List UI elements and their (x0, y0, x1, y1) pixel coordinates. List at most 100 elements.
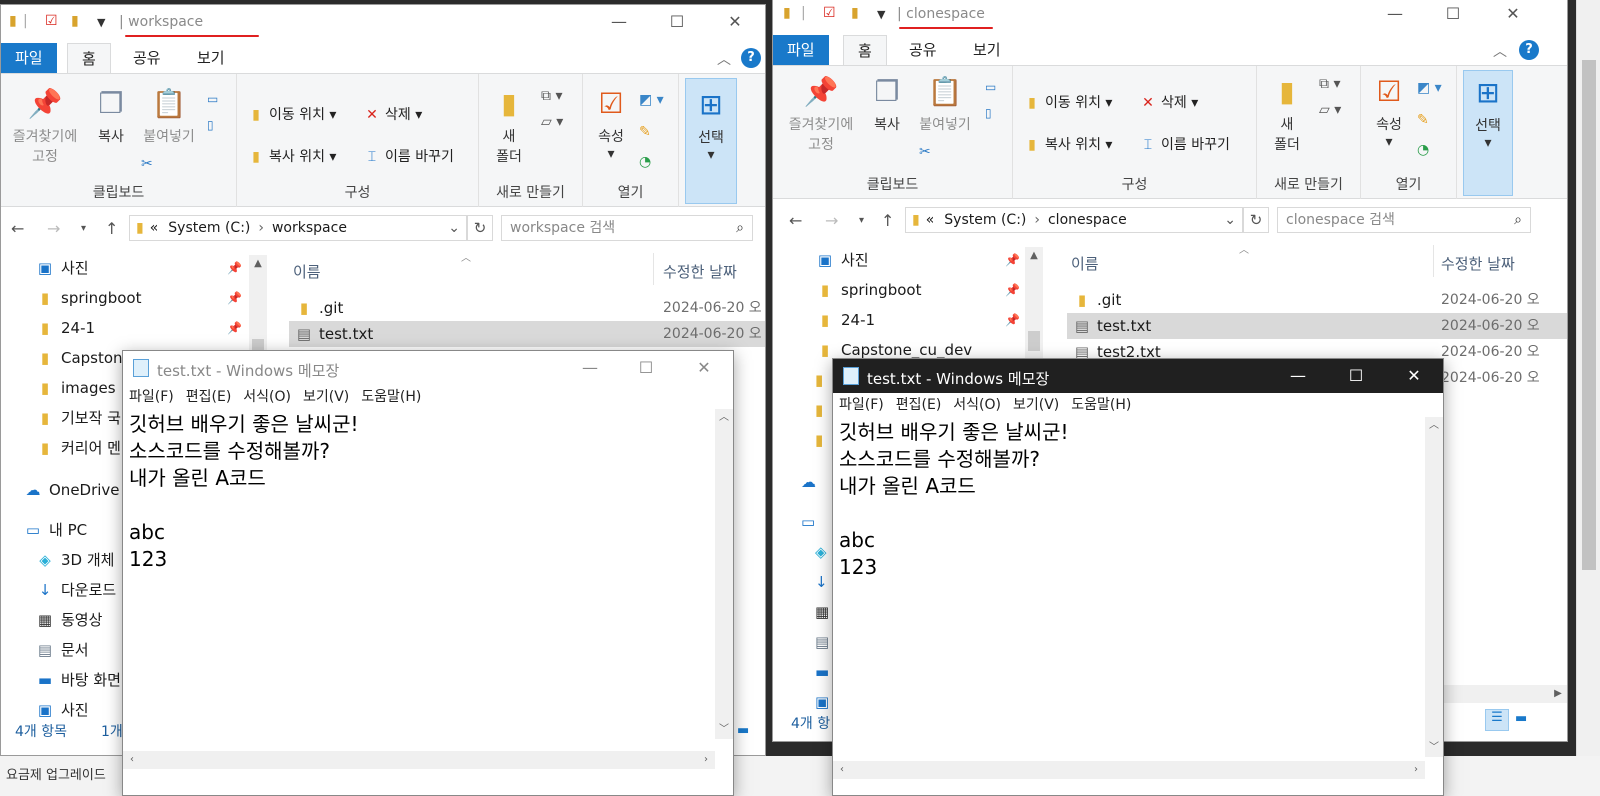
maximize-button[interactable]: ☐ (623, 355, 669, 381)
refresh-icon[interactable]: ↻ (1243, 207, 1269, 233)
tab-file[interactable]: 파일 (773, 35, 829, 65)
vertical-scrollbar[interactable]: ︿ ﹀ (715, 409, 733, 739)
forward-arrow-icon[interactable]: → (47, 219, 60, 238)
address-input[interactable]: ▮ «System (C:) › workspace ⌄ (129, 215, 467, 241)
copy-path-icon[interactable]: ▭ (207, 92, 218, 106)
up-arrow-icon[interactable]: ↑ (881, 211, 894, 230)
nav-item-folder-7[interactable]: ▮ 커리어 멘 (35, 433, 121, 463)
tab-file[interactable]: 파일 (1, 43, 57, 73)
nav-item-images[interactable]: ▮ images (35, 373, 116, 403)
horizontal-scrollbar[interactable]: ‹ › (123, 751, 715, 769)
properties-button[interactable]: ☑ 속성 ▾ (1367, 74, 1411, 150)
scroll-down-icon[interactable]: ﹀ (715, 721, 733, 739)
column-header-name[interactable]: 이름 (293, 261, 321, 282)
close-button[interactable]: ✕ (1391, 363, 1437, 389)
close-button[interactable]: ✕ (681, 355, 727, 381)
details-view-icon[interactable]: ▬ (737, 723, 749, 738)
edit-icon[interactable]: ✎ (1417, 112, 1429, 128)
nav-item-folder-6[interactable]: ▮ 기보작 국 (35, 403, 121, 433)
new-folder-button[interactable]: ▮ 새 폴더 (485, 86, 533, 166)
paste-button[interactable]: 📋 붙여넣기 (913, 74, 977, 134)
maximize-button[interactable]: ☐ (1333, 363, 1379, 389)
tab-home[interactable]: 홈 (843, 35, 887, 65)
scroll-left-icon[interactable]: ‹ (833, 761, 851, 779)
scrollbar-thumb[interactable] (1582, 60, 1596, 570)
rename-button[interactable]: ⌶ 이름 바꾸기 (1139, 134, 1230, 154)
easy-access-icon[interactable]: ▱ ▾ (1319, 102, 1341, 118)
nav-item-springboot[interactable]: ▮ springboot (35, 283, 142, 313)
scroll-right-icon[interactable]: › (697, 751, 715, 769)
nav-item-24-1[interactable]: ▮ 24-1 (35, 313, 95, 343)
nav-item-capstone[interactable]: ▮ Capstone (35, 343, 132, 373)
menu-help[interactable]: 도움말(H) (361, 389, 421, 405)
nav-item-photos[interactable]: ▣ 사진 (35, 253, 89, 283)
menu-view[interactable]: 보기(V) (1013, 397, 1059, 413)
background-scrollbar[interactable] (1576, 0, 1600, 796)
help-icon[interactable]: ? (741, 48, 761, 68)
help-icon[interactable]: ? (1519, 40, 1539, 60)
properties-quick-icon[interactable]: ☑ (823, 5, 836, 21)
scroll-up-icon[interactable]: ︿ (1425, 417, 1443, 435)
nav-item-downloads[interactable]: ↓ 다운로드 (35, 575, 117, 605)
up-arrow-icon[interactable]: ↑ (105, 219, 118, 238)
history-icon[interactable]: ◔ (639, 154, 651, 170)
file-row-test-txt[interactable]: ▤ test.txt 2024-06-20 오 (289, 321, 765, 347)
new-folder-quick-icon[interactable]: ▮ (71, 13, 79, 29)
copy-button[interactable]: ❐ 복사 (865, 74, 909, 134)
nav-item-this-pc[interactable]: ▭ 내 PC (23, 515, 87, 545)
maximize-button[interactable]: ☐ (657, 9, 697, 35)
horizontal-scrollbar[interactable]: ‹ › (833, 761, 1425, 779)
forward-arrow-icon[interactable]: → (825, 211, 838, 230)
nav-item-24-1[interactable]: ▮ 24-1 (815, 305, 875, 335)
open-icon[interactable]: ◩ ▾ (639, 92, 664, 108)
nav-item-documents[interactable]: ▤ 문서 (35, 635, 89, 665)
new-folder-quick-icon[interactable]: ▮ (851, 5, 859, 21)
menu-edit[interactable]: 편집(E) (896, 397, 942, 413)
nav-item-desktop[interactable]: ▬ 바탕 화면 (35, 665, 121, 695)
file-row-git[interactable]: ▮ .git 2024-06-20 오 (289, 295, 765, 321)
scrollbar-thumb[interactable] (1028, 331, 1040, 351)
nav-item-photos[interactable]: ▣ 사진 (815, 245, 869, 275)
open-icon[interactable]: ◩ ▾ (1417, 80, 1442, 96)
vertical-scrollbar[interactable]: ︿ ﹀ (1425, 417, 1443, 757)
easy-access-icon[interactable]: ▱ ▾ (541, 114, 563, 130)
notepad-text-area[interactable]: 깃허브 배우기 좋은 날씨군! 소스코드를 수정해볼까? 내가 올린 A코드 a… (123, 409, 365, 575)
minimize-button[interactable]: — (567, 355, 613, 381)
paste-shortcut-icon[interactable]: ▯ (207, 118, 214, 132)
column-header-modified[interactable]: 수정한 날짜 (663, 261, 737, 282)
menu-file[interactable]: 파일(F) (839, 397, 884, 413)
properties-button[interactable]: ☑ 속성 ▾ (589, 86, 633, 162)
scroll-left-icon[interactable]: ‹ (123, 751, 141, 769)
close-button[interactable]: ✕ (1493, 1, 1533, 27)
scroll-right-icon[interactable]: › (1407, 761, 1425, 779)
menu-format[interactable]: 서식(O) (953, 397, 1001, 413)
minimize-button[interactable]: — (599, 9, 639, 35)
new-folder-button[interactable]: ▮ 새 폴더 (1263, 74, 1311, 154)
nav-item-3d-objects[interactable]: ◈ 3D 개체 (35, 545, 114, 575)
copy-to-button[interactable]: ▮ 복사 위치 ▾ (247, 146, 336, 166)
tab-view[interactable]: 보기 (183, 43, 239, 73)
scroll-up-icon[interactable]: ▲ (249, 255, 267, 273)
copy-button[interactable]: ❐ 복사 (89, 86, 133, 146)
column-separator[interactable] (1433, 245, 1434, 277)
scroll-up-icon[interactable]: ▲ (1025, 247, 1043, 265)
file-row-test-txt[interactable]: ▤ test.txt 2024-06-20 오 (1067, 313, 1567, 339)
column-header-modified[interactable]: 수정한 날짜 (1441, 253, 1515, 274)
delete-button[interactable]: ✕ 삭제 ▾ (363, 104, 422, 124)
scroll-right-icon[interactable]: ▶ (1549, 685, 1567, 703)
properties-quick-icon[interactable]: ☑ (45, 13, 58, 29)
edit-icon[interactable]: ✎ (639, 124, 651, 140)
search-input[interactable]: clonespace 검색 ⌕ (1277, 207, 1531, 233)
tab-share[interactable]: 공유 (119, 43, 175, 73)
maximize-button[interactable]: ☐ (1433, 1, 1473, 27)
recent-locations-icon[interactable]: ▾ (859, 215, 864, 226)
move-to-button[interactable]: ▮ 이동 위치 ▾ (1023, 92, 1112, 112)
column-header-name[interactable]: 이름 (1071, 253, 1099, 274)
minimize-button[interactable]: — (1375, 1, 1415, 27)
notepad-text-area[interactable]: 깃허브 배우기 좋은 날씨군! 소스코드를 수정해볼까? 내가 올린 A코드 a… (833, 417, 1075, 583)
back-arrow-icon[interactable]: ← (789, 211, 802, 230)
tab-share[interactable]: 공유 (895, 35, 951, 65)
search-input[interactable]: workspace 검색 ⌕ (501, 215, 753, 241)
minimize-button[interactable]: — (1275, 363, 1321, 389)
cut-icon[interactable]: ✂ (919, 144, 931, 160)
